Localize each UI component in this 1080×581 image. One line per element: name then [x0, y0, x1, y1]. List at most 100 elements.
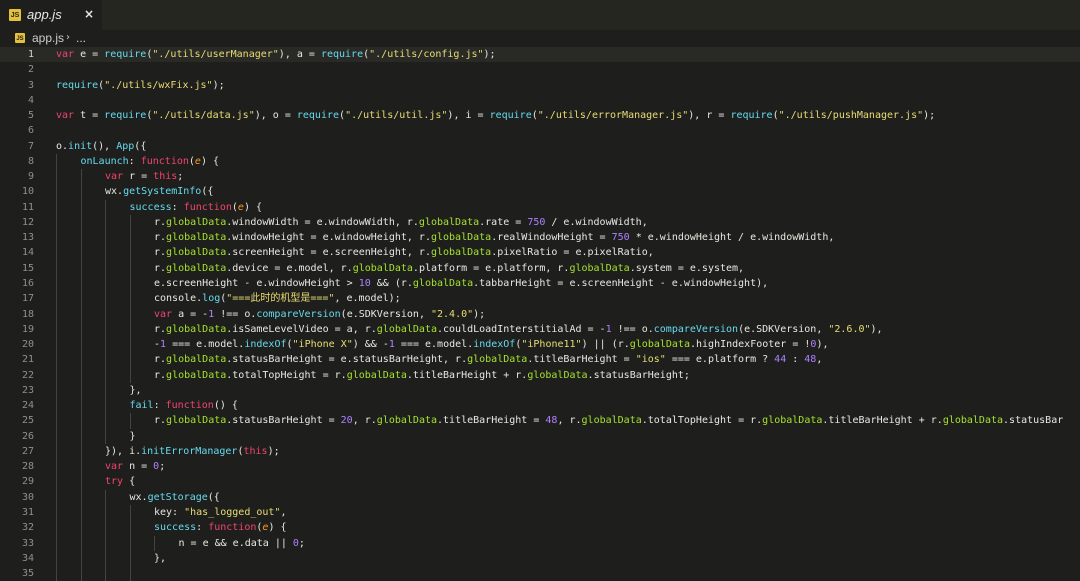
indent-guide: [105, 199, 106, 215]
code-token: }: [129, 430, 136, 442]
code-line[interactable]: 9 var r = this;: [0, 169, 1080, 185]
code-token: a = -: [172, 308, 209, 320]
code-line[interactable]: 22 r.globalData.totalTopHeight = r.global…: [0, 367, 1080, 383]
code-line[interactable]: 16 e.screenHeight - e.windowHeight > 10 &…: [0, 275, 1080, 292]
indent-guide: [105, 520, 106, 536]
indent-guide: [56, 535, 57, 551]
code-line[interactable]: 21 r.globalData.statusBarHeight = e.statu…: [0, 352, 1080, 368]
code-token: 750: [527, 216, 546, 228]
code-line[interactable]: 11 success: function(e) {: [0, 199, 1080, 215]
code-line[interactable]: 33 n = e && e.data || 0;: [0, 535, 1080, 551]
code-line[interactable]: 35: [0, 566, 1080, 581]
line-number: 8: [27, 155, 34, 167]
code-token: .titleBarHeight =: [437, 415, 546, 427]
code-token: ) {: [243, 201, 262, 213]
code-line[interactable]: 34},: [0, 550, 1080, 567]
code-line[interactable]: 6: [0, 123, 1080, 138]
code-text: var e = require("./utils/userManager"), …: [56, 47, 496, 62]
code-line[interactable]: 30 wx.getStorage({: [0, 489, 1080, 505]
tab-app-js[interactable]: JS app.js ×: [0, 0, 102, 30]
code-line[interactable]: 2: [0, 62, 1080, 77]
line-number: 23: [21, 384, 34, 396]
indent-guide: [80, 413, 82, 429]
code-line[interactable]: 24 fail: function() {: [0, 398, 1080, 414]
code-line[interactable]: 7 o.init(), App({: [0, 139, 1080, 154]
code-text: r.globalData.isSameLevelVideo = a, r.glo…: [154, 322, 883, 337]
code-line[interactable]: 26}: [0, 428, 1080, 444]
code-token: === e.model.: [166, 339, 245, 351]
line-number: 27: [21, 445, 34, 457]
code-line[interactable]: 19 r.globalData.isSameLevelVideo = a, r.g…: [0, 321, 1080, 338]
indent-guide: [129, 367, 131, 383]
code-token: ), i =: [447, 110, 490, 122]
code-line[interactable]: 10 wx.getSystemInfo({: [0, 184, 1080, 200]
code-token: globalData: [166, 369, 227, 381]
code-line[interactable]: 15 r.globalData.device = e.model, r.globa…: [0, 260, 1080, 276]
indent-guide: [80, 489, 82, 505]
code-line[interactable]: 27 }), i.initErrorManager(this);: [0, 443, 1080, 460]
code-text: },: [130, 383, 142, 398]
code-line[interactable]: 13 r.globalData.windowHeight = e.windowHe…: [0, 230, 1080, 246]
code-line[interactable]: 28 var n = 0;: [0, 459, 1080, 475]
breadcrumb-file[interactable]: app.js: [32, 30, 64, 46]
indent-guide: [129, 337, 131, 353]
indent-guide: [105, 321, 106, 338]
close-icon[interactable]: ×: [84, 5, 94, 23]
code-text: r.globalData.device = e.model, r.globalD…: [154, 261, 744, 276]
code-token: var: [105, 461, 124, 473]
code-line[interactable]: 8 onLaunch: function(e) {: [0, 153, 1080, 170]
code-token: .totalTopHeight = r.: [641, 415, 763, 427]
code-token: require: [320, 49, 364, 60]
breadcrumb-more[interactable]: ...: [76, 30, 86, 46]
code-line[interactable]: 25 r.globalData.statusBarHeight = 20, r.g…: [0, 413, 1080, 429]
code-token: ), r =: [688, 110, 731, 122]
code-token: }), i.: [105, 445, 142, 457]
code-line[interactable]: 4: [0, 93, 1080, 108]
indent-guide: [56, 398, 57, 414]
code-token: function: [140, 155, 189, 167]
indent-guide: [105, 382, 106, 399]
code-token: ) {: [268, 522, 287, 534]
code-line[interactable]: 23},: [0, 382, 1080, 399]
code-token: wx.: [129, 491, 148, 503]
code-line[interactable]: 29 try {: [0, 474, 1080, 490]
code-token: .windowHeight = e.windowHeight, r.: [226, 232, 431, 244]
indent-guide: [80, 504, 82, 521]
indent-guide: [56, 260, 57, 276]
code-line[interactable]: 17 console.log("===此时的机型是===", e.model);: [0, 291, 1080, 307]
code-line[interactable]: 32 success: function(e) {: [0, 520, 1080, 536]
indent-guide: [129, 520, 131, 536]
code-token: indexOf: [244, 339, 287, 351]
code-token: this: [153, 171, 178, 183]
code-token: globalData: [376, 415, 438, 427]
code-text: r.globalData.screenHeight = e.screenHeig…: [154, 245, 654, 260]
code-token: ),: [870, 323, 883, 335]
code-text: var t = require("./utils/data.js"), o = …: [56, 108, 935, 123]
indent-guide: [105, 535, 106, 551]
code-editor[interactable]: 1 var e = require("./utils/userManager"),…: [0, 47, 1080, 581]
code-token: },: [129, 384, 142, 396]
code-token: "./utils/data.js": [152, 110, 255, 122]
indent-guide: [129, 550, 131, 567]
code-line[interactable]: 18 var a = -1 !== o.compareVersion(e.SDKV…: [0, 306, 1080, 322]
code-token: r.: [154, 369, 167, 381]
line-number: 2: [27, 64, 34, 76]
code-line[interactable]: 12 r.globalData.windowWidth = e.windowWid…: [0, 214, 1080, 231]
code-text: wx.getSystemInfo({: [105, 184, 213, 199]
code-line[interactable]: 1 var e = require("./utils/userManager"),…: [0, 47, 1080, 63]
line-number: 13: [21, 232, 34, 244]
code-token: t =: [74, 110, 105, 122]
code-line[interactable]: 5 var t = require("./utils/data.js"), o =…: [0, 108, 1080, 123]
indent-guide: [56, 428, 57, 444]
indent-guide: [80, 352, 82, 368]
code-line[interactable]: 20 -1 === e.model.indexOf("iPhone X") && …: [0, 337, 1080, 353]
code-line[interactable]: 14 r.globalData.screenHeight = e.screenHe…: [0, 245, 1080, 261]
code-text: }), i.initErrorManager(this);: [105, 444, 280, 459]
line-number: 30: [21, 491, 34, 503]
code-line[interactable]: 31 key: "has_logged_out",: [0, 504, 1080, 521]
code-line[interactable]: 3 require("./utils/wxFix.js");: [0, 78, 1080, 93]
code-token: "./utils/errorManager.js": [537, 110, 689, 122]
indent-guide: [56, 337, 57, 353]
code-token: * e.windowHeight / e.windowWidth,: [629, 232, 835, 244]
code-text: }: [130, 429, 136, 444]
